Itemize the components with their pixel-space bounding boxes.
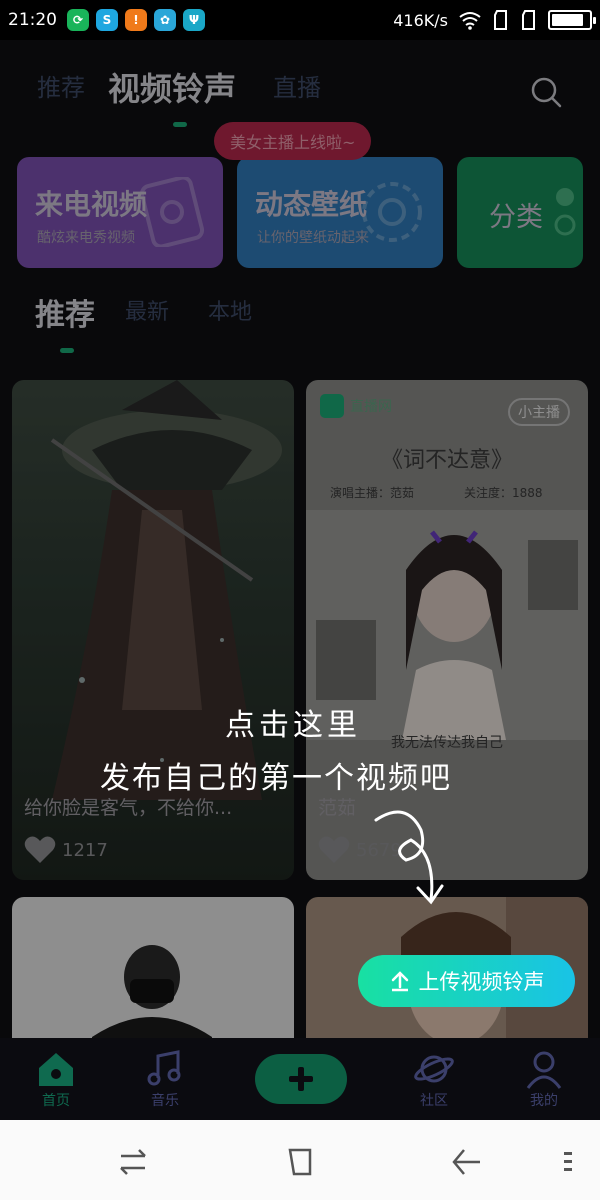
switch-icon[interactable] [113, 1144, 153, 1180]
nav-label: 音乐 [151, 1093, 179, 1109]
subtab-recommend[interactable]: 推荐 [35, 290, 95, 334]
publish-button[interactable] [255, 1054, 347, 1104]
host-badge: 小主播 [508, 398, 570, 426]
feature-title: 来电视频 [35, 188, 148, 221]
nav-label: 社区 [420, 1093, 448, 1109]
guide-arrow-icon [374, 810, 444, 905]
wechat-icon: ⟳ [67, 9, 89, 31]
upload-label: 上传视频铃声 [418, 970, 545, 994]
back-icon[interactable] [446, 1144, 486, 1180]
menu-icon[interactable] [548, 1144, 588, 1180]
battery-fill [552, 14, 583, 26]
system-nav-bar [0, 1120, 600, 1200]
status-time: 21:20 [8, 10, 57, 30]
feature-subtitle: 酷炫来电秀视频 [37, 230, 135, 246]
sim1-icon [494, 10, 507, 30]
subtab-local[interactable]: 本地 [208, 294, 252, 326]
guide-hint-line2: 发布自己的第一个视频吧 [100, 761, 452, 796]
heart-icon [318, 836, 350, 863]
plus-icon [289, 1067, 313, 1091]
music-note-icon [147, 1050, 181, 1086]
wifi-icon [459, 12, 481, 30]
feature-card-live-wallpaper[interactable]: 动态壁纸 让你的壁纸动起来 [237, 157, 443, 268]
tab-recommend[interactable]: 推荐 [37, 68, 85, 103]
phone-deco-icon [139, 177, 205, 247]
nav-music[interactable]: 音乐 [125, 1048, 205, 1110]
gallery-icon: ✿ [154, 9, 176, 31]
live-banner[interactable]: 美女主播上线啦~ [214, 122, 372, 160]
card-caption: 范茹 [318, 797, 357, 819]
video-card[interactable]: 给你脸是客气，不给你... 1217 [12, 380, 294, 880]
upload-video-ringtone-button[interactable]: 上传视频铃声 [358, 955, 575, 1007]
sim2-icon [522, 10, 535, 30]
poster-title: 《词不达意》 [380, 448, 513, 473]
guide-hint-line1: 点击这里 [225, 708, 361, 743]
app-icon: S [96, 9, 118, 31]
heart-icon [24, 836, 56, 863]
network-speed: 416K/s [393, 10, 448, 30]
subtab-latest[interactable]: 最新 [125, 294, 169, 326]
search-icon[interactable] [528, 74, 564, 110]
top-tabs: 推荐 视频铃声 直播 [0, 40, 600, 130]
like-count-value: 1217 [62, 839, 108, 861]
nav-home[interactable]: 首页 [16, 1048, 96, 1110]
feature-card-call-video[interactable]: 来电视频 酷炫来电秀视频 [17, 157, 223, 268]
battery-icon [548, 10, 596, 30]
brand-logo-icon [320, 394, 344, 418]
feature-card-category[interactable]: 分类 [457, 157, 583, 268]
tab-video-ringtone[interactable]: 视频铃声 [108, 64, 236, 110]
category-deco-icon [554, 188, 576, 236]
feature-title: 分类 [489, 202, 543, 233]
planet-icon [414, 1055, 454, 1083]
status-bar: 21:20 ⟳ S ! ✿ Ψ 416K/s [0, 0, 600, 40]
warning-icon: ! [125, 9, 147, 31]
tab-live[interactable]: 直播 [273, 68, 321, 103]
home-square-icon[interactable] [280, 1144, 320, 1180]
like-count[interactable]: 1217 [24, 836, 108, 864]
brand-name: 直播网 [350, 399, 392, 415]
home-icon [39, 1053, 73, 1086]
nav-mine[interactable]: 我的 [504, 1048, 584, 1110]
subtab-indicator [60, 348, 74, 353]
upload-icon [391, 971, 408, 992]
tab-indicator [173, 122, 187, 127]
bottom-nav: 首页 音乐 社区 我的 [0, 1038, 600, 1120]
nav-label: 首页 [42, 1093, 70, 1109]
feature-title: 动态壁纸 [255, 188, 368, 221]
usb-icon: Ψ [183, 9, 205, 31]
poster-fans: 关注度：1888 [464, 486, 543, 500]
user-icon [526, 1051, 562, 1089]
card-thumbnail [92, 945, 212, 1057]
nav-label: 我的 [530, 1093, 558, 1109]
nav-community[interactable]: 社区 [394, 1048, 474, 1110]
video-card[interactable] [12, 897, 294, 1057]
feature-subtitle: 让你的壁纸动起来 [257, 230, 369, 246]
poster-singer: 演唱主播：范茹 [330, 486, 415, 500]
card-caption: 给你脸是客气，不给你... [24, 797, 233, 819]
